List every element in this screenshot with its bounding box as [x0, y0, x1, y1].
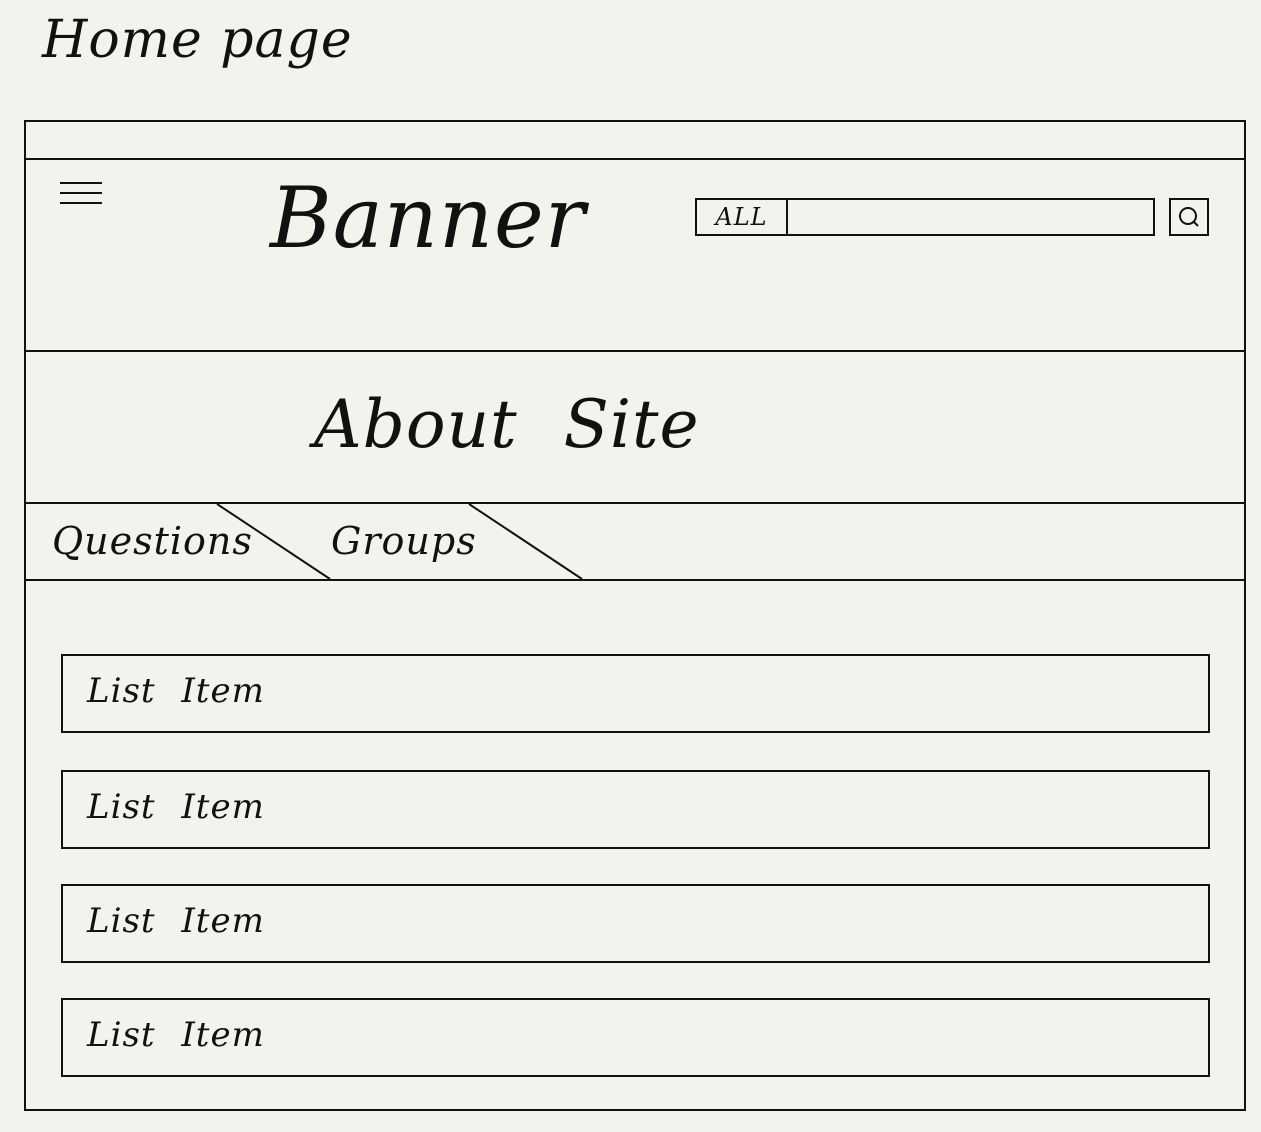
search-scope-select[interactable]: ALL	[695, 198, 788, 236]
list-item[interactable]: List Item	[61, 770, 1210, 849]
list-item-label: List Item	[87, 671, 265, 711]
hamburger-menu-icon[interactable]	[60, 182, 102, 206]
list-item[interactable]: List Item	[61, 654, 1210, 733]
tab-groups[interactable]: Groups	[331, 522, 477, 560]
search-input[interactable]	[786, 198, 1155, 236]
tab-questions[interactable]: Questions	[52, 522, 253, 560]
list-item[interactable]: List Item	[61, 884, 1210, 963]
banner: Banner	[270, 169, 586, 267]
list-item-label: List Item	[87, 901, 265, 941]
list-item[interactable]: List Item	[61, 998, 1210, 1077]
list-item-label: List Item	[87, 787, 265, 827]
tab-bar: Questions Groups	[26, 504, 1244, 581]
top-bar	[26, 122, 1244, 160]
search-button[interactable]	[1169, 198, 1209, 236]
header: Banner ALL	[26, 160, 1244, 352]
search-icon	[1179, 207, 1199, 227]
wireframe-frame: Banner ALL About Site Questions Groups L…	[24, 120, 1246, 1111]
about-site-text: About Site	[314, 386, 700, 463]
page-title: Home page	[42, 10, 353, 70]
list-item-label: List Item	[87, 1015, 265, 1055]
about-section: About Site	[26, 352, 1244, 504]
